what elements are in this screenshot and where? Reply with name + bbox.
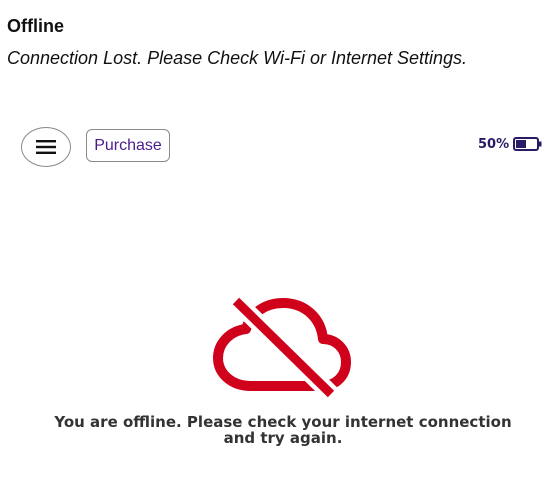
battery-percentage: 50% — [478, 136, 510, 152]
purchase-button[interactable]: Purchase — [86, 129, 170, 162]
cloud-offline-icon-container — [213, 294, 351, 401]
battery-icon — [513, 137, 542, 151]
offline-page: Offline Connection Lost. Please Check Wi… — [0, 0, 550, 503]
battery-fill — [516, 140, 527, 148]
hamburger-menu-icon — [36, 140, 56, 154]
offline-message: You are offline. Please check your inter… — [54, 413, 512, 447]
page-subtitle: Connection Lost. Please Check Wi-Fi or I… — [7, 48, 468, 68]
page-title: Offline — [7, 16, 64, 36]
menu-button[interactable] — [21, 127, 71, 167]
cloud-offline-icon — [213, 294, 351, 401]
battery-indicator: 50% — [478, 136, 543, 152]
